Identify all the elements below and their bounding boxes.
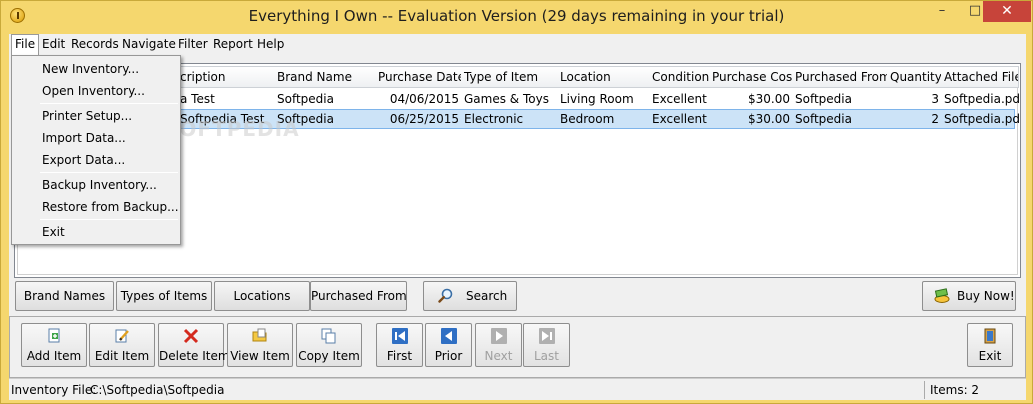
menu-export-data[interactable]: Export Data... bbox=[42, 150, 125, 170]
menu-restore-backup[interactable]: Restore from Backup... bbox=[42, 197, 179, 217]
view-item-button[interactable]: View Item bbox=[227, 323, 293, 367]
cell-from: Softpedia bbox=[795, 112, 852, 126]
money-icon bbox=[934, 288, 950, 303]
view-item-label: View Item bbox=[230, 349, 290, 363]
menu-file[interactable]: File bbox=[11, 34, 40, 55]
items-count: Items: 2 bbox=[930, 383, 980, 397]
cell-brand: Softpedia bbox=[277, 92, 334, 106]
cell-location: Bedroom bbox=[560, 112, 615, 126]
col-header-quantity[interactable]: Quantity bbox=[887, 66, 942, 88]
edit-item-button[interactable]: Edit Item bbox=[89, 323, 155, 367]
magnifier-icon bbox=[438, 288, 453, 303]
cell-file: Softpedia.pdf bbox=[944, 112, 1019, 126]
last-arrow-icon bbox=[538, 328, 555, 344]
file-menu-dropdown: New Inventory... Open Inventory... Print… bbox=[11, 55, 181, 245]
status-bar: Inventory File: C:\Softpedia\Softpedia I… bbox=[9, 378, 1026, 400]
exit-door-icon bbox=[984, 328, 996, 344]
purchased-from-button[interactable]: Purchased From bbox=[310, 281, 407, 311]
col-header-brand-name[interactable]: Brand Name bbox=[274, 66, 376, 88]
col-header-purchase-date[interactable]: Purchase Date bbox=[375, 66, 462, 88]
watermark: SOFTPEDIA bbox=[164, 117, 300, 141]
col-header-description[interactable]: cription bbox=[177, 66, 275, 88]
first-record-button[interactable]: First bbox=[376, 323, 423, 367]
next-arrow-icon bbox=[490, 328, 507, 344]
menu-bar: File Edit Records Navigate Filter Report… bbox=[9, 34, 1026, 55]
types-of-items-button[interactable]: Types of Items bbox=[116, 281, 212, 311]
cell-qty: 2 bbox=[931, 112, 939, 126]
inventory-file-label: Inventory File: bbox=[11, 383, 97, 397]
col-header-condition[interactable]: Condition bbox=[649, 66, 710, 88]
cell-type: Electronic bbox=[464, 112, 524, 126]
prior-arrow-icon bbox=[440, 328, 457, 344]
last-label: Last bbox=[534, 349, 559, 363]
copy-item-label: Copy Item bbox=[298, 349, 360, 363]
col-header-purchase-cost[interactable]: Purchase Cost bbox=[709, 66, 793, 88]
cell-condition: Excellent bbox=[652, 112, 707, 126]
cell-cost: $30.00 bbox=[748, 112, 790, 126]
cell-type: Games & Toys bbox=[464, 92, 549, 106]
menu-separator bbox=[40, 172, 178, 173]
buy-now-label: Buy Now! bbox=[957, 289, 1015, 303]
menu-records[interactable]: Records bbox=[68, 34, 122, 55]
menu-open-inventory[interactable]: Open Inventory... bbox=[42, 81, 145, 101]
next-record-button[interactable]: Next bbox=[475, 323, 522, 367]
add-item-button[interactable]: Add Item bbox=[21, 323, 87, 367]
title-bar[interactable]: Everything I Own -- Evaluation Version (… bbox=[1, 1, 1032, 32]
menu-separator bbox=[40, 219, 178, 220]
menu-navigate[interactable]: Navigate bbox=[119, 34, 179, 55]
delete-item-button[interactable]: Delete Item bbox=[158, 323, 230, 367]
menu-new-inventory[interactable]: New Inventory... bbox=[42, 59, 139, 79]
status-separator bbox=[924, 381, 925, 399]
col-header-attached-file[interactable]: Attached File bbox=[941, 66, 1019, 88]
brand-names-button[interactable]: Brand Names bbox=[15, 281, 114, 311]
add-item-label: Add Item bbox=[26, 349, 82, 363]
exit-label: Exit bbox=[978, 349, 1002, 363]
delete-item-label: Delete Item bbox=[159, 349, 230, 363]
window-title: Everything I Own -- Evaluation Version (… bbox=[248, 7, 785, 25]
inventory-file-path: C:\Softpedia\Softpedia bbox=[90, 383, 225, 397]
copy-item-button[interactable]: Copy Item bbox=[296, 323, 362, 367]
next-label: Next bbox=[484, 349, 513, 363]
menu-edit[interactable]: Edit bbox=[39, 34, 68, 55]
cell-description: a Test bbox=[180, 92, 215, 106]
copy-documents-icon bbox=[321, 328, 336, 344]
prior-label: Prior bbox=[434, 349, 463, 363]
col-header-location[interactable]: Location bbox=[557, 66, 650, 88]
cell-date: 06/25/2015 bbox=[389, 112, 459, 126]
edit-pencil-icon bbox=[115, 329, 129, 343]
last-record-button[interactable]: Last bbox=[523, 323, 570, 367]
exit-button[interactable]: Exit bbox=[967, 323, 1013, 367]
menu-backup-inventory[interactable]: Backup Inventory... bbox=[42, 175, 157, 195]
minimize-button[interactable]: – bbox=[935, 1, 949, 22]
menu-separator bbox=[40, 103, 178, 104]
add-document-icon bbox=[48, 328, 60, 343]
view-folder-icon bbox=[252, 328, 267, 342]
cell-from: Softpedia bbox=[795, 92, 852, 106]
search-button[interactable]: Search bbox=[423, 281, 517, 311]
cell-date: 04/06/2015 bbox=[389, 92, 459, 106]
col-header-type-of-item[interactable]: Type of Item bbox=[461, 66, 558, 88]
search-button-label: Search bbox=[466, 289, 508, 303]
col-header-purchased-from[interactable]: Purchased From bbox=[792, 66, 888, 88]
menu-exit[interactable]: Exit bbox=[42, 222, 65, 242]
prior-record-button[interactable]: Prior bbox=[425, 323, 472, 367]
menu-import-data[interactable]: Import Data... bbox=[42, 128, 126, 148]
delete-x-icon bbox=[183, 328, 199, 344]
first-arrow-icon bbox=[391, 328, 408, 344]
cell-location: Living Room bbox=[560, 92, 634, 106]
menu-help[interactable]: Help bbox=[254, 34, 287, 55]
cell-qty: 3 bbox=[931, 92, 939, 106]
menu-report[interactable]: Report bbox=[210, 34, 256, 55]
edit-item-label: Edit Item bbox=[94, 349, 150, 363]
cell-cost: $30.00 bbox=[748, 92, 790, 106]
close-button[interactable]: ✕ bbox=[983, 1, 1031, 22]
cell-condition: Excellent bbox=[652, 92, 707, 106]
locations-button[interactable]: Locations bbox=[214, 281, 310, 311]
cell-file: Softpedia.pdf bbox=[944, 92, 1019, 106]
app-window: Everything I Own -- Evaluation Version (… bbox=[0, 0, 1033, 404]
first-label: First bbox=[386, 349, 413, 363]
buy-now-button[interactable]: Buy Now! bbox=[922, 281, 1016, 311]
menu-printer-setup[interactable]: Printer Setup... bbox=[42, 106, 132, 126]
menu-filter[interactable]: Filter bbox=[175, 34, 211, 55]
